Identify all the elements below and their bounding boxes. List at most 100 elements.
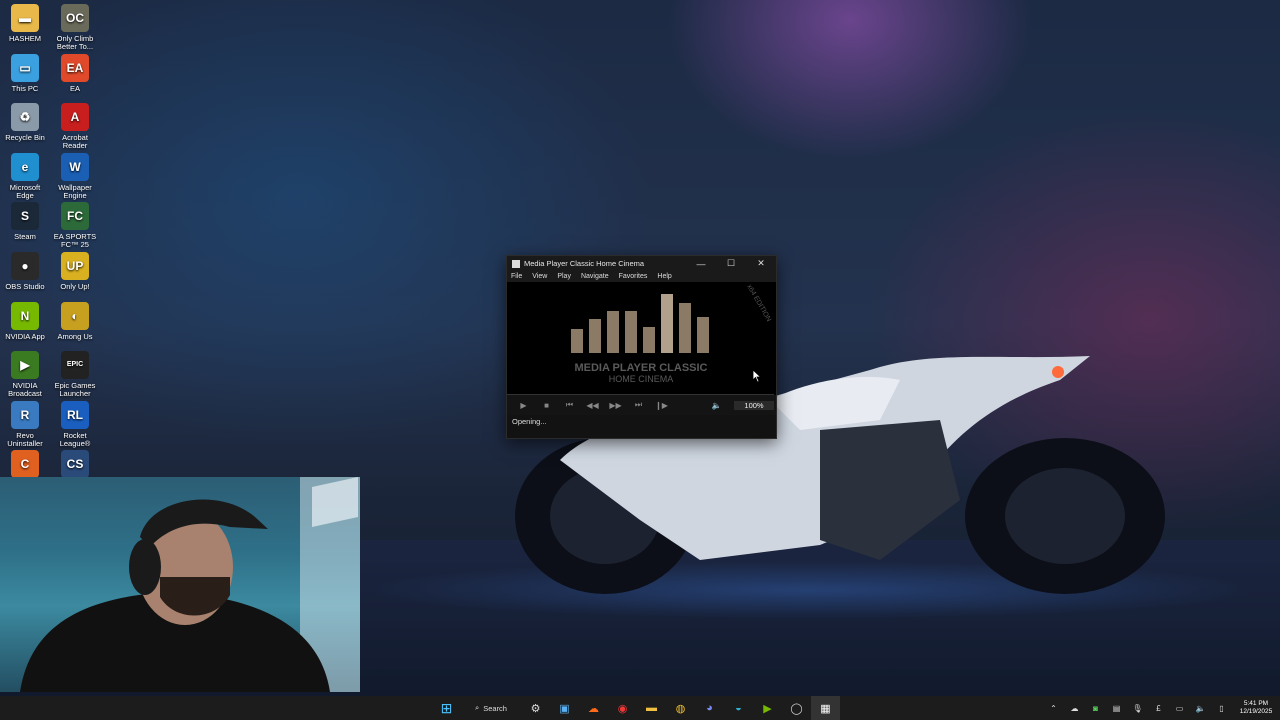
desktop-icon[interactable]: R Revo Uninstaller bbox=[0, 400, 50, 448]
clock[interactable]: 5:41 PM 12/19/2025 bbox=[1232, 700, 1280, 716]
desktop-icon-label: Revo Uninstaller bbox=[7, 430, 43, 448]
mpc-titlebar[interactable]: Media Player Classic Home Cinema — ☐ ✕ bbox=[507, 256, 776, 271]
obs-icon: ● bbox=[11, 252, 39, 280]
ea-icon: EA bbox=[61, 53, 89, 82]
mic-icon[interactable]: 🎙 bbox=[1127, 696, 1148, 720]
status-bar: Opening... bbox=[507, 415, 776, 427]
desktop-icon[interactable]: A Acrobat Reader bbox=[50, 103, 100, 150]
desktop-icon-label: Only Up! bbox=[60, 282, 90, 291]
logo-line2: HOME CINEMA bbox=[609, 374, 674, 384]
desktop-icon[interactable]: e Microsoft Edge bbox=[0, 152, 50, 200]
desktop-icon-label: Among Us bbox=[57, 331, 93, 341]
menu-help[interactable]: Help bbox=[657, 273, 671, 280]
desktop-icon[interactable]: EA EA bbox=[50, 53, 100, 93]
mouse-cursor-icon bbox=[752, 369, 762, 383]
logo-bar bbox=[625, 311, 637, 353]
folder-icon: ▬ bbox=[11, 4, 39, 32]
volume-icon[interactable]: 🔈 bbox=[1190, 696, 1211, 720]
desktop-icon[interactable]: N NVIDIA App bbox=[0, 301, 50, 341]
chevron-up-icon[interactable]: ⌃ bbox=[1043, 696, 1064, 720]
previous-icon[interactable]: ⏮ bbox=[558, 398, 581, 412]
logo-bar bbox=[607, 311, 619, 353]
security-icon[interactable]: ▤ bbox=[1106, 696, 1127, 720]
among-us-icon: ◐ bbox=[61, 301, 89, 330]
rewind-icon[interactable]: ◀◀ bbox=[581, 398, 604, 412]
logo-bar bbox=[643, 327, 655, 353]
nvidia-broadcast-icon: ▶ bbox=[11, 351, 39, 380]
mpc-window[interactable]: Media Player Classic Home Cinema — ☐ ✕ F… bbox=[506, 255, 777, 439]
desktop-icon[interactable]: W Wallpaper Engine bbox=[50, 152, 100, 200]
nvidia-broadcast-icon[interactable]: ▶ bbox=[753, 696, 782, 720]
close-button[interactable]: ✕ bbox=[746, 256, 776, 271]
vivaldi-icon[interactable]: ◉ bbox=[608, 696, 637, 720]
desktop-icon[interactable]: FC EA SPORTS FC™ 25 bbox=[50, 202, 100, 249]
recycle-bin-icon: ♻ bbox=[11, 103, 39, 132]
logo-bar bbox=[697, 317, 709, 353]
logo-bar bbox=[589, 319, 601, 353]
volume-icon[interactable]: 🔈 bbox=[705, 398, 728, 412]
clock-time: 5:41 PM bbox=[1243, 700, 1269, 707]
desktop-icon[interactable]: ♻ Recycle Bin bbox=[0, 103, 50, 142]
fast-forward-icon[interactable]: ▶▶ bbox=[604, 398, 627, 412]
desktop-icon[interactable]: ▶ NVIDIA Broadcast bbox=[0, 351, 50, 398]
logo-bar bbox=[679, 303, 691, 353]
desktop-icon[interactable]: ▬ HASHEM bbox=[0, 4, 50, 43]
search-button[interactable]: ⌕ Search bbox=[461, 696, 521, 720]
photos-icon[interactable]: ▣ bbox=[550, 696, 579, 720]
stop-icon[interactable]: ■ bbox=[535, 398, 558, 412]
desktop-icon[interactable]: ◐ Among Us bbox=[50, 301, 100, 341]
video-area[interactable]: MEDIA PLAYER CLASSIC HOME CINEMA x64 EDI… bbox=[507, 282, 776, 395]
start-icon[interactable]: ⊞ bbox=[432, 696, 461, 720]
desktop-icon-label: Rocket League® bbox=[59, 430, 91, 448]
menu-file[interactable]: File bbox=[511, 273, 522, 280]
mpc-app-icon bbox=[512, 259, 520, 268]
desktop-icon-label: Only Climb Better To... bbox=[56, 34, 94, 51]
maximize-button[interactable]: ☐ bbox=[716, 256, 746, 271]
menu-navigate[interactable]: Navigate bbox=[581, 273, 609, 280]
rocket-league-icon: RL bbox=[61, 400, 89, 429]
chrome-icon[interactable]: ◍ bbox=[666, 696, 695, 720]
mpc-controls: ▶ ■ ⏮ ◀◀ ▶▶ ⏭ ❙▶ 🔈 100% bbox=[507, 395, 776, 415]
soundcloud-icon[interactable]: ☁ bbox=[579, 696, 608, 720]
xbox-icon[interactable]: ◙ bbox=[1085, 696, 1106, 720]
desktop-icon[interactable]: ▭ This PC bbox=[0, 53, 50, 93]
menu-view[interactable]: View bbox=[532, 273, 547, 280]
opera-icon[interactable]: ◯ bbox=[782, 696, 811, 720]
clock-date: 12/19/2025 bbox=[1239, 708, 1273, 715]
nvidia-icon: N bbox=[11, 301, 39, 330]
edge-icon[interactable]: ◒ bbox=[724, 696, 753, 720]
desktop-icon-label: Wallpaper Engine bbox=[58, 182, 92, 200]
desktop-icon-label: NVIDIA Broadcast bbox=[8, 381, 42, 399]
seek-bar[interactable] bbox=[507, 394, 774, 395]
minimize-button[interactable]: — bbox=[686, 256, 716, 271]
taskbar-apps: ⊞ ⌕ Search ⚙ ▣ ☁ ◉ ▬ ◍ ◕ ◒ ▶ ◯ ▦ bbox=[432, 696, 840, 720]
menu-play[interactable]: Play bbox=[557, 273, 571, 280]
desktop-icon-label: EA bbox=[69, 83, 80, 93]
taskbar: ⊞ ⌕ Search ⚙ ▣ ☁ ◉ ▬ ◍ ◕ ◒ ▶ ◯ ▦ ⌃ ☁ ◙ ▤… bbox=[0, 696, 1280, 720]
desktop-icon-label: Acrobat Reader bbox=[62, 133, 88, 151]
mpc-menubar: File View Play Navigate Favorites Help bbox=[507, 271, 776, 282]
frame-step-icon[interactable]: ❙▶ bbox=[650, 398, 673, 412]
onedrive-icon[interactable]: ☁ bbox=[1064, 696, 1085, 720]
desktop-icon[interactable]: EPIC Epic Games Launcher bbox=[50, 351, 100, 398]
settings-icon[interactable]: ⚙ bbox=[521, 696, 550, 720]
display-icon[interactable]: ▭ bbox=[1169, 696, 1190, 720]
volume-level[interactable]: 100% bbox=[734, 400, 774, 410]
play-icon[interactable]: ▶ bbox=[512, 398, 535, 412]
file-explorer-icon[interactable]: ▬ bbox=[637, 696, 666, 720]
desktop-icon[interactable]: OC Only Climb Better To... bbox=[50, 4, 100, 51]
wallpaper-engine-icon: W bbox=[61, 152, 89, 181]
desktop-icon[interactable]: S Steam bbox=[0, 202, 50, 241]
next-icon[interactable]: ⏭ bbox=[627, 398, 650, 412]
desktop-icon[interactable]: ● OBS Studio bbox=[0, 252, 50, 291]
mpc-icon[interactable]: ▦ bbox=[811, 696, 840, 720]
language-indicator[interactable]: £ bbox=[1148, 696, 1169, 720]
menu-favorites[interactable]: Favorites bbox=[619, 273, 648, 280]
only-up-icon: UP bbox=[61, 252, 89, 280]
discord-icon[interactable]: ◕ bbox=[695, 696, 724, 720]
desktop-icon-label: Microsoft Edge bbox=[9, 182, 41, 200]
battery-icon[interactable]: ▯ bbox=[1211, 696, 1232, 720]
desktop-icon[interactable]: UP Only Up! bbox=[50, 252, 100, 291]
edition-label: x64 EDITION bbox=[745, 284, 772, 324]
desktop-icon[interactable]: RL Rocket League® bbox=[50, 400, 100, 448]
